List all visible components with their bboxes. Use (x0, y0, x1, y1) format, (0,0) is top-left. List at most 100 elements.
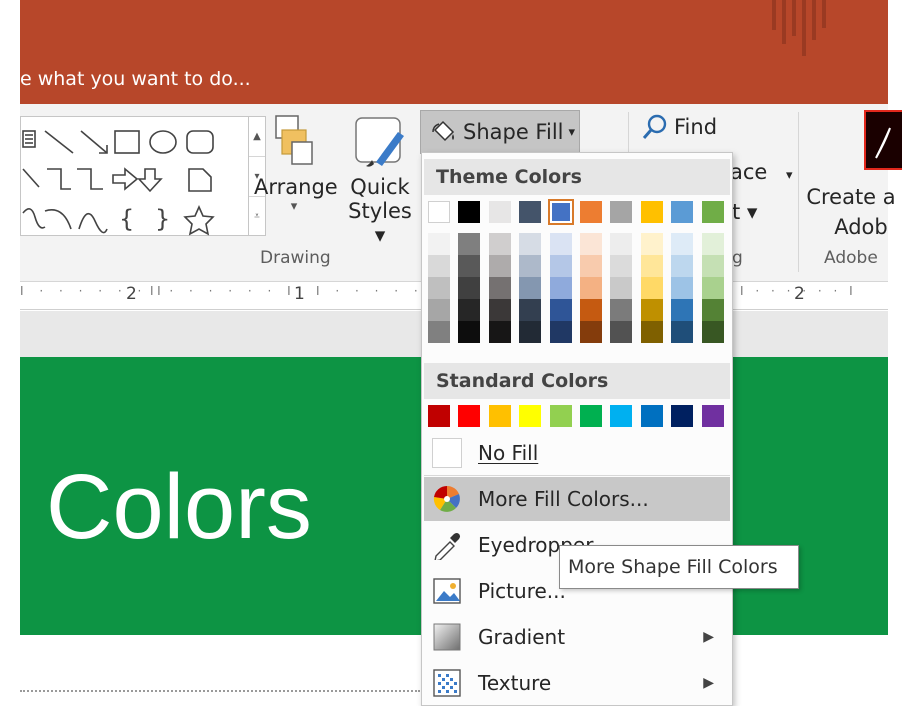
theme-color-swatch[interactable] (701, 201, 724, 223)
standard-color-swatch[interactable] (610, 405, 633, 427)
arc-shape-icon[interactable] (44, 209, 72, 230)
slide-title[interactable]: Colors (46, 455, 312, 560)
replace-button[interactable]: ace ▾ (730, 160, 793, 184)
theme-color-swatch[interactable] (428, 201, 450, 223)
tint-color-swatch[interactable] (458, 233, 481, 255)
standard-color-swatch[interactable] (488, 405, 511, 427)
tint-color-swatch[interactable] (549, 321, 572, 343)
tint-color-swatch[interactable] (640, 233, 663, 255)
standard-color-swatch[interactable] (671, 405, 694, 427)
theme-color-swatch[interactable] (547, 199, 574, 225)
standard-color-swatch[interactable] (458, 405, 481, 427)
tint-color-swatch[interactable] (519, 233, 542, 255)
theme-color-swatch[interactable] (671, 201, 694, 223)
tint-color-swatch[interactable] (610, 299, 633, 321)
tint-color-swatch[interactable] (580, 233, 602, 255)
line-shape-icon[interactable] (44, 130, 74, 154)
tint-color-swatch[interactable] (610, 233, 633, 255)
theme-color-swatch[interactable] (519, 201, 542, 223)
adobe-pdf-icon[interactable] (864, 110, 902, 170)
left-brace-shape-icon[interactable]: { (119, 205, 134, 233)
tint-color-swatch[interactable] (610, 255, 633, 277)
tint-color-swatch[interactable] (519, 321, 542, 343)
down-arrow-shape-icon[interactable] (137, 168, 163, 193)
oval-shape-icon[interactable] (149, 130, 177, 154)
tint-color-swatch[interactable] (671, 277, 694, 299)
gradient-item[interactable]: Gradient ▶ (424, 615, 730, 659)
create-adobe-button[interactable]: Create a Adob (806, 182, 896, 242)
tint-color-swatch[interactable] (580, 277, 602, 299)
tint-color-swatch[interactable] (519, 255, 542, 277)
shape-fill-button[interactable]: Shape Fill ▾ (420, 110, 580, 154)
more-fill-colors-item[interactable]: More Fill Colors... (424, 477, 730, 521)
tint-color-swatch[interactable] (671, 233, 694, 255)
theme-color-swatch[interactable] (488, 201, 511, 223)
tint-color-swatch[interactable] (549, 233, 572, 255)
theme-color-swatch[interactable] (640, 201, 663, 223)
tint-color-swatch[interactable] (519, 299, 542, 321)
right-arrow-shape-icon[interactable] (112, 167, 139, 191)
standard-color-swatch[interactable] (580, 405, 602, 427)
tint-color-swatch[interactable] (519, 277, 542, 299)
standard-color-swatch[interactable] (640, 405, 663, 427)
select-button[interactable]: t ▾ (732, 200, 757, 224)
quick-styles-button[interactable]: Quick Styles ▾ (340, 114, 420, 247)
tint-color-swatch[interactable] (488, 233, 511, 255)
tint-color-swatch[interactable] (428, 299, 450, 321)
arrange-button[interactable]: Arrange ▾ (254, 114, 338, 214)
tint-color-swatch[interactable] (488, 321, 511, 343)
tint-color-swatch[interactable] (428, 255, 450, 277)
text-box-icon[interactable] (22, 130, 36, 148)
curve-shape-icon[interactable] (78, 212, 108, 234)
tint-color-swatch[interactable] (610, 321, 633, 343)
tint-color-swatch[interactable] (488, 299, 511, 321)
tint-color-swatch[interactable] (458, 255, 481, 277)
tint-color-swatch[interactable] (580, 299, 602, 321)
standard-color-swatch[interactable] (701, 405, 724, 427)
elbow-connector-icon[interactable] (47, 168, 71, 190)
tint-color-swatch[interactable] (701, 321, 724, 343)
tint-color-swatch[interactable] (458, 321, 481, 343)
theme-color-swatch[interactable] (458, 201, 481, 223)
tint-color-swatch[interactable] (671, 255, 694, 277)
tint-color-swatch[interactable] (640, 321, 663, 343)
snip-rectangle-shape-icon[interactable] (188, 168, 212, 192)
texture-item[interactable]: Texture ▶ (424, 661, 730, 705)
rounded-rectangle-shape-icon[interactable] (186, 130, 214, 154)
shapes-gallery[interactable]: { } (20, 116, 250, 236)
tint-color-swatch[interactable] (640, 277, 663, 299)
tint-color-swatch[interactable] (640, 299, 663, 321)
tint-color-swatch[interactable] (701, 299, 724, 321)
tint-color-swatch[interactable] (428, 321, 450, 343)
tint-color-swatch[interactable] (671, 299, 694, 321)
tint-color-swatch[interactable] (549, 299, 572, 321)
tint-color-swatch[interactable] (610, 277, 633, 299)
tint-color-swatch[interactable] (458, 299, 481, 321)
tell-me-search[interactable]: e what you want to do... (20, 68, 251, 90)
tint-color-swatch[interactable] (640, 255, 663, 277)
tint-color-swatch[interactable] (549, 277, 572, 299)
tint-color-swatch[interactable] (428, 233, 450, 255)
tint-color-swatch[interactable] (701, 233, 724, 255)
tint-color-swatch[interactable] (428, 277, 450, 299)
standard-color-swatch[interactable] (428, 405, 450, 427)
rectangle-shape-icon[interactable] (114, 130, 140, 154)
connector-shape-icon[interactable] (22, 168, 40, 188)
tint-color-swatch[interactable] (488, 255, 511, 277)
freeform-shape-icon[interactable] (22, 208, 46, 229)
tint-color-swatch[interactable] (458, 277, 481, 299)
standard-color-swatch[interactable] (519, 405, 542, 427)
tint-color-swatch[interactable] (580, 321, 602, 343)
arrow-line-shape-icon[interactable] (80, 130, 108, 154)
find-button[interactable]: Find (642, 114, 717, 140)
standard-color-swatch[interactable] (549, 405, 572, 427)
tint-color-swatch[interactable] (488, 277, 511, 299)
no-fill-item[interactable]: No Fill (424, 431, 730, 475)
tint-color-swatch[interactable] (701, 255, 724, 277)
elbow-arrow-connector-icon[interactable] (77, 168, 103, 190)
tint-color-swatch[interactable] (671, 321, 694, 343)
tint-color-swatch[interactable] (580, 255, 602, 277)
tint-color-swatch[interactable] (549, 255, 572, 277)
right-brace-shape-icon[interactable]: } (155, 205, 170, 233)
theme-color-swatch[interactable] (580, 201, 602, 223)
